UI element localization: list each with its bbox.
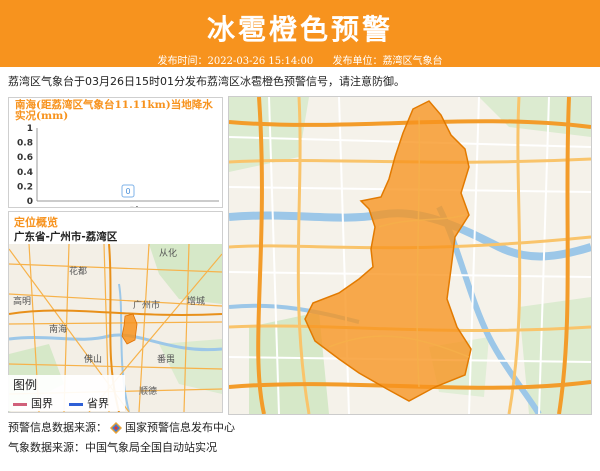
y-tick-label: 0.6	[17, 153, 33, 163]
y-tick-label: 0.2	[17, 182, 33, 192]
rainfall-panel: 1 0.8 0.6 0.4 0.2 0 0 15时 南海(距荔湾区气象台11.11km)当地降…	[8, 97, 223, 208]
legend-title: 图例	[13, 378, 38, 392]
warning-center-logo	[110, 422, 122, 434]
weather-data-source: 气象数据来源：中国气象局全国自动站实况	[8, 441, 217, 454]
page-title: 冰雹橙色预警	[206, 13, 393, 46]
map-label-gaoming: 高明	[13, 295, 31, 307]
map-label-shunde: 顺德	[139, 385, 157, 397]
y-tick-label: 0.8	[17, 139, 33, 149]
publish-meta: 发布时间：2022-03-26 15:14:00 发布单位：荔湾区气象台	[0, 52, 600, 67]
location-text: 广东省-广州市-荔湾区	[14, 231, 118, 243]
warning-area-map[interactable]	[228, 96, 592, 415]
legend-item-national-border: 国界	[13, 395, 53, 411]
map-label-conghua: 从化	[159, 247, 177, 259]
publish-time: 发布时间：2022-03-26 15:14:00	[157, 56, 314, 67]
legend-label-national-border: 国界	[31, 397, 53, 410]
y-tick-label: 0.4	[17, 168, 33, 178]
source-name: 国家预警信息发布中心	[125, 421, 235, 434]
national-border-swatch	[13, 402, 27, 406]
warning-source: 预警信息数据来源： 国家预警信息发布中心	[8, 419, 235, 435]
source-label: 预警信息数据来源：	[8, 421, 107, 434]
map-label-panyu: 番禺	[157, 353, 175, 365]
publish-unit: 发布单位：荔湾区气象台	[332, 56, 443, 67]
legend-item-province-border: 省界	[69, 395, 109, 411]
map-legend: 图例 国界 省界	[7, 375, 125, 411]
data-label: 0	[125, 187, 130, 196]
x-tick-label: 15时	[117, 205, 139, 207]
y-tick-label: 0	[27, 197, 33, 207]
map-label-foshan: 佛山	[84, 353, 102, 365]
rainfall-title: 南海(距荔湾区气象台11.11km)当地降水实况(mm)	[15, 99, 213, 122]
y-tick-label: 1	[27, 124, 33, 134]
map-label-zengcheng: 增城	[187, 295, 205, 307]
location-title: 定位概览	[14, 216, 58, 229]
map-label-huadu: 花都	[69, 265, 87, 277]
header-banner: 冰雹橙色预警 发布时间：2022-03-26 15:14:00 发布单位：荔湾区…	[0, 0, 600, 67]
map-label-guangzhou: 广州市	[133, 299, 160, 311]
warning-summary: 荔湾区气象台于03月26日15时01分发布荔湾区冰雹橙色预警信号，请注意防御。	[8, 75, 405, 88]
map-label-nanhai: 南海	[49, 323, 67, 335]
province-border-swatch	[69, 402, 83, 406]
legend-label-province-border: 省界	[87, 397, 109, 410]
